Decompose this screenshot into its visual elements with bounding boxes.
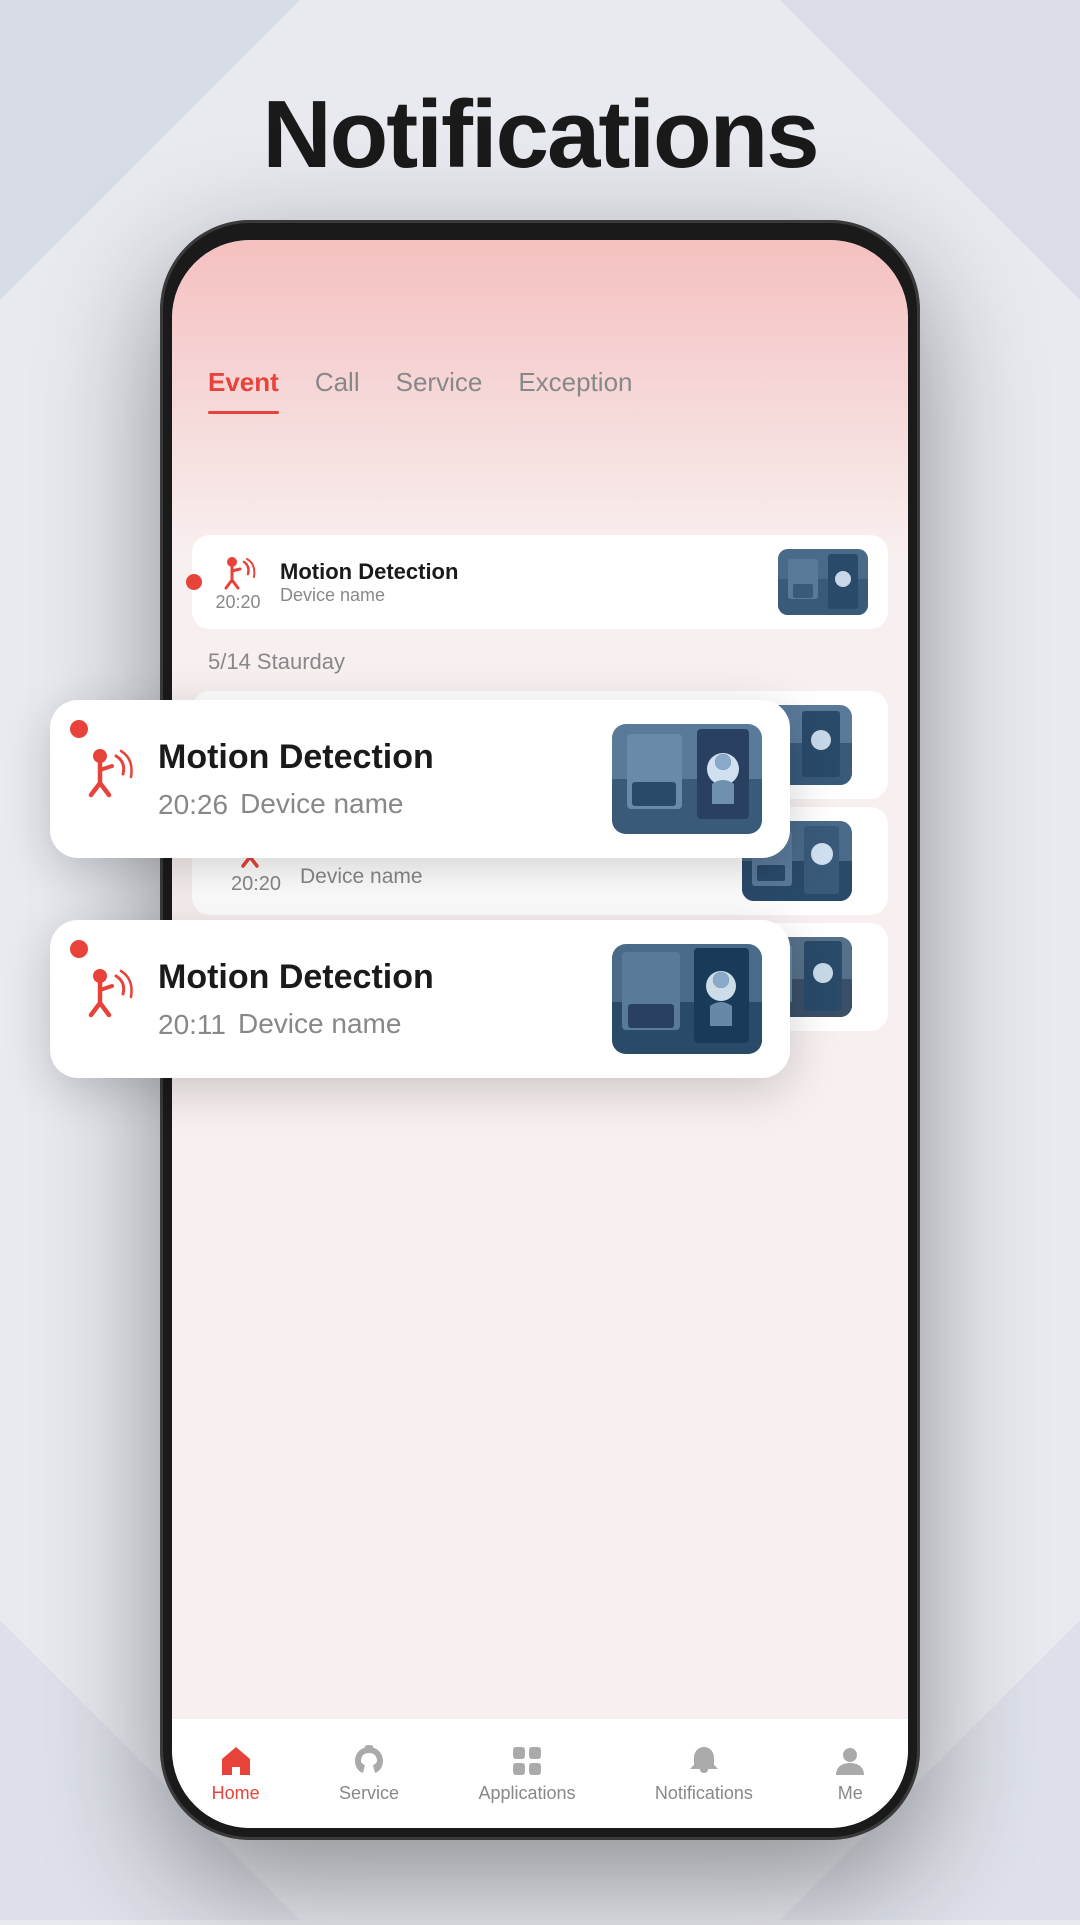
nav-notifications[interactable]: Notifications xyxy=(655,1743,753,1804)
nav-applications[interactable]: Applications xyxy=(478,1743,575,1804)
page-title: Notifications xyxy=(0,0,1080,190)
floating-card-1[interactable]: Motion Detection 20:26 Device name xyxy=(50,700,790,858)
fc1-thumb xyxy=(612,724,762,834)
nav-service[interactable]: Service xyxy=(339,1743,399,1804)
fc1-time: 20:26 xyxy=(158,789,228,821)
tab-service[interactable]: Service xyxy=(396,367,483,412)
floating-card-2[interactable]: Motion Detection 20:11 Device name xyxy=(50,920,790,1078)
fc1-device: Device name xyxy=(240,788,403,820)
unread-dot-2 xyxy=(70,940,88,958)
nav-home[interactable]: Home xyxy=(212,1743,260,1804)
nav-me-label: Me xyxy=(838,1783,863,1804)
partial-icon-wrap: 20:20 xyxy=(212,552,264,613)
fc2-title: Motion Detection xyxy=(158,958,592,997)
nav-applications-label: Applications xyxy=(478,1783,575,1804)
motion-icon-partial xyxy=(218,552,258,592)
nav-home-label: Home xyxy=(212,1783,260,1804)
fc2-info: Motion Detection 20:11 Device name xyxy=(158,958,592,1041)
notifications-icon xyxy=(686,1743,722,1779)
motion-icon-fc1 xyxy=(78,743,138,815)
partial-notif-body: Motion Detection Device name xyxy=(280,559,762,606)
service-icon xyxy=(351,1743,387,1779)
fc2-thumb xyxy=(612,944,762,1054)
nav-service-label: Service xyxy=(339,1783,399,1804)
partial-thumb xyxy=(778,549,868,615)
applications-icon xyxy=(509,1743,545,1779)
partial-notif-item[interactable]: 20:20 Motion Detection Device name xyxy=(192,535,888,629)
bottom-nav: Home Service Applications xyxy=(172,1718,908,1828)
motion-icon-fc2 xyxy=(78,963,138,1035)
me-icon xyxy=(832,1743,868,1779)
tab-call[interactable]: Call xyxy=(315,367,360,412)
home-icon xyxy=(218,1743,254,1779)
unread-dot-1 xyxy=(70,720,88,738)
partial-item-container: 20:20 Motion Detection Device name xyxy=(192,535,888,629)
nav-me[interactable]: Me xyxy=(832,1743,868,1804)
nav-notifications-label: Notifications xyxy=(655,1783,753,1804)
fc1-info: Motion Detection 20:26 Device name xyxy=(158,738,592,821)
tab-exception[interactable]: Exception xyxy=(518,367,632,412)
fc1-title: Motion Detection xyxy=(158,738,592,777)
section-saturday: 5/14 Staurday xyxy=(172,641,908,683)
fc2-device: Device name xyxy=(238,1008,401,1040)
tab-event[interactable]: Event xyxy=(208,367,279,412)
fc2-time: 20:11 xyxy=(158,1009,226,1041)
